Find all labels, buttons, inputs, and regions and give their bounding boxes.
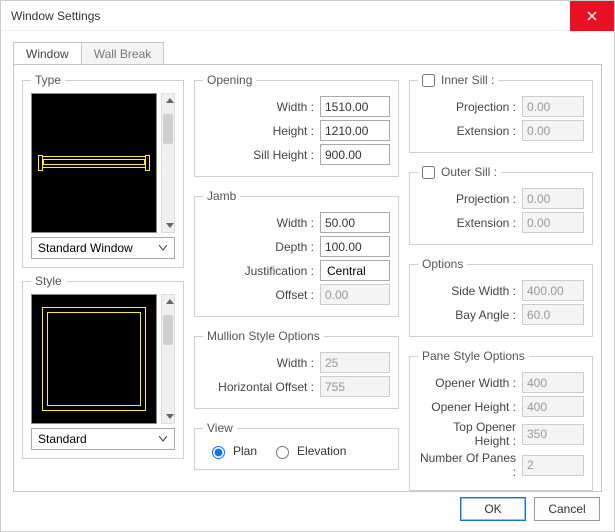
group-mullion: Mullion Style Options Width : Horizontal… — [194, 329, 399, 409]
type-select-value: Standard Window — [38, 241, 133, 255]
jamb-width-label: Width : — [277, 216, 314, 230]
legend-view: View — [203, 421, 237, 435]
window-settings-dialog: Window Settings Window Wall Break Type — [0, 0, 615, 532]
outer-proj-label: Projection : — [456, 192, 516, 206]
opening-sill-input[interactable] — [320, 144, 390, 165]
legend-opening: Opening — [203, 73, 256, 87]
opener-height-input — [522, 396, 584, 417]
style-preview[interactable] — [31, 294, 157, 424]
inner-proj-input — [522, 96, 584, 117]
jamb-just-label: Justification : — [245, 264, 314, 278]
opening-width-label: Width : — [277, 100, 314, 114]
jamb-just-select[interactable]: Central — [320, 260, 390, 281]
view-elevation-radio[interactable]: Elevation — [271, 443, 346, 459]
outer-sill-checkbox[interactable] — [422, 166, 435, 179]
style-scrollbar[interactable] — [161, 294, 175, 424]
num-panes-input — [522, 455, 584, 476]
inner-proj-label: Projection : — [456, 100, 516, 114]
mullion-width-input — [320, 352, 390, 373]
view-plan-radio[interactable]: Plan — [207, 443, 257, 459]
tabstrip: Window Wall Break — [13, 42, 602, 65]
legend-type: Type — [31, 73, 65, 87]
group-outer-sill: Outer Sill : Projection : Extension : — [409, 165, 593, 245]
group-view: View Plan Elevation — [194, 421, 399, 470]
radio-elevation[interactable] — [276, 446, 289, 459]
inner-ext-input — [522, 120, 584, 141]
inner-sill-checkbox[interactable] — [422, 74, 435, 87]
dialog-title: Window Settings — [11, 9, 100, 23]
opening-sill-label: Sill Height : — [253, 148, 314, 162]
legend-pane: Pane Style Options — [418, 349, 529, 363]
jamb-depth-label: Depth : — [275, 240, 314, 254]
close-icon — [587, 11, 597, 21]
tab-window[interactable]: Window — [13, 42, 82, 65]
opening-height-label: Height : — [273, 124, 314, 138]
legend-style: Style — [31, 274, 66, 288]
mullion-width-label: Width : — [277, 356, 314, 370]
chevron-down-icon — [156, 241, 170, 255]
group-jamb: Jamb Width : Depth : Justification : Cen… — [194, 189, 399, 317]
tab-wall-break[interactable]: Wall Break — [82, 42, 165, 65]
group-pane: Pane Style Options Opener Width : Opener… — [409, 349, 593, 491]
opener-width-input — [522, 372, 584, 393]
type-select[interactable]: Standard Window — [31, 237, 175, 259]
outer-ext-label: Extension : — [457, 216, 516, 230]
titlebar: Window Settings — [1, 1, 614, 31]
tabpanel-window: Type Standard Window St — [13, 64, 602, 492]
jamb-offset-input — [320, 284, 390, 305]
num-panes-label: Number Of Panes : — [418, 451, 516, 479]
opener-height-label: Opener Height : — [431, 400, 516, 414]
bay-angle-input — [522, 304, 584, 325]
ok-button[interactable]: OK — [460, 497, 526, 521]
group-opening: Opening Width : Height : Sill Height : — [194, 73, 399, 177]
type-scrollbar[interactable] — [161, 93, 175, 233]
cancel-button[interactable]: Cancel — [534, 497, 600, 521]
legend-jamb: Jamb — [203, 189, 240, 203]
outer-ext-input — [522, 212, 584, 233]
style-select-value: Standard — [38, 432, 87, 446]
radio-plan[interactable] — [212, 446, 225, 459]
type-preview[interactable] — [31, 93, 157, 233]
close-button[interactable] — [570, 1, 614, 31]
side-width-label: Side Width : — [451, 284, 516, 298]
legend-outer-sill[interactable]: Outer Sill : — [418, 165, 501, 179]
group-style: Style Standard — [22, 274, 184, 459]
mullion-hoff-input — [320, 376, 390, 397]
group-options: Options Side Width : Bay Angle : — [409, 257, 593, 337]
inner-ext-label: Extension : — [457, 124, 516, 138]
opener-width-label: Opener Width : — [435, 376, 516, 390]
outer-proj-input — [522, 188, 584, 209]
opening-height-input[interactable] — [320, 120, 390, 141]
opening-width-input[interactable] — [320, 96, 390, 117]
legend-options: Options — [418, 257, 467, 271]
top-opener-height-input — [522, 424, 584, 445]
jamb-width-input[interactable] — [320, 212, 390, 233]
bay-angle-label: Bay Angle : — [455, 308, 516, 322]
style-select[interactable]: Standard — [31, 428, 175, 450]
side-width-input — [522, 280, 584, 301]
jamb-offset-label: Offset : — [276, 288, 314, 302]
top-opener-height-label: Top Opener Height : — [418, 420, 516, 448]
chevron-down-icon — [156, 432, 170, 446]
jamb-depth-input[interactable] — [320, 236, 390, 257]
group-inner-sill: Inner Sill : Projection : Extension : — [409, 73, 593, 153]
legend-inner-sill[interactable]: Inner Sill : — [418, 73, 498, 87]
mullion-hoff-label: Horizontal Offset : — [218, 380, 314, 394]
legend-mullion: Mullion Style Options — [203, 329, 324, 343]
group-type: Type Standard Window — [22, 73, 184, 268]
